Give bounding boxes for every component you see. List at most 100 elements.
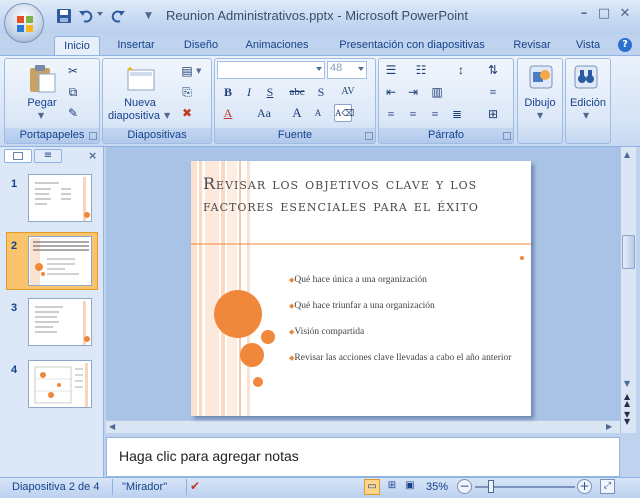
scroll-left-icon[interactable]: ◀	[109, 422, 115, 431]
drawing-icon[interactable]	[528, 64, 554, 90]
numbering-icon[interactable]: ☷	[412, 61, 430, 79]
previous-slide-icon[interactable]: ▲ ▲	[624, 393, 630, 408]
fuente-launcher-icon[interactable]	[365, 132, 373, 140]
zoom-out-icon[interactable]: −	[457, 479, 472, 494]
bullet-4[interactable]: ◆Revisar las acciones clave llevadas a c…	[289, 353, 514, 364]
line-spacing-icon[interactable]: ↕	[452, 61, 470, 79]
delete-slide-icon[interactable]: ✖	[178, 104, 196, 122]
slide-thumb-3[interactable]	[28, 298, 92, 346]
current-slide[interactable]: Revisar los objetivos clave y los factor…	[191, 161, 531, 416]
portapapeles-launcher-icon[interactable]	[89, 132, 97, 140]
cut-icon[interactable]: ✂	[64, 62, 82, 80]
fit-to-window-icon[interactable]: ⤢	[600, 479, 615, 494]
redo-icon[interactable]	[110, 8, 126, 24]
help-icon[interactable]: ?	[618, 38, 632, 52]
slide-sorter-icon[interactable]: ⊞	[384, 479, 400, 495]
font-size-arrow-icon	[358, 67, 364, 71]
shrink-font-button[interactable]: A	[309, 104, 327, 122]
minimize-icon[interactable]: –	[576, 6, 592, 22]
tab-inicio[interactable]: Inicio	[54, 36, 100, 56]
layout-dropdown-icon[interactable]: ▼	[196, 67, 201, 75]
copy-icon[interactable]: ⧉	[64, 83, 82, 101]
customize-qat-icon[interactable]: ▼	[145, 11, 152, 21]
zoom-level[interactable]: 35%	[426, 481, 448, 493]
thumb-number-4: 4	[11, 364, 18, 376]
tab-outline[interactable]: ≡	[34, 149, 62, 163]
notes-pane[interactable]: Haga clic para agregar notas	[106, 437, 620, 477]
scroll-down-icon[interactable]: ▼	[624, 379, 630, 388]
maximize-icon[interactable]: □	[596, 6, 612, 22]
strikethrough-button[interactable]: abc	[285, 83, 309, 101]
smartart-icon[interactable]: ⊞	[484, 105, 502, 123]
tab-revisar[interactable]: Revisar	[508, 36, 556, 56]
format-painter-icon[interactable]: ✎	[64, 104, 82, 122]
binoculars-icon[interactable]	[573, 64, 599, 90]
grow-font-button[interactable]: A	[288, 104, 306, 122]
next-slide-icon[interactable]: ▼ ▼	[624, 411, 630, 426]
layout-icon[interactable]: ▤	[178, 62, 196, 80]
decrease-indent-icon[interactable]: ⇤	[382, 83, 400, 101]
underline-button[interactable]: S	[261, 83, 279, 101]
scroll-right-icon[interactable]: ▶	[606, 422, 612, 431]
slide-thumb-4[interactable]	[28, 360, 92, 408]
nueva-diapositiva-button[interactable]: diapositiva	[104, 110, 164, 122]
font-name-dropdown[interactable]	[217, 61, 325, 79]
font-size-dropdown[interactable]: 48	[327, 61, 367, 79]
shadow-button[interactable]: S	[312, 83, 330, 101]
dibujo-button[interactable]: Dibujo	[519, 97, 561, 109]
tab-animaciones[interactable]: Animaciones	[236, 36, 318, 56]
bullet-1[interactable]: ◆Qué hace única a una organización	[289, 275, 514, 286]
tab-diseno[interactable]: Diseño	[176, 36, 226, 56]
nueva-dropdown-icon[interactable]: ▼	[164, 111, 170, 120]
tab-slides[interactable]	[4, 149, 32, 163]
slide-title[interactable]: Revisar los objetivos clave y los factor…	[203, 173, 528, 217]
zoom-in-icon[interactable]: +	[577, 479, 592, 494]
scroll-thumb[interactable]	[622, 235, 635, 269]
slide-thumb-1[interactable]	[28, 174, 92, 222]
office-button[interactable]	[4, 3, 44, 43]
clear-format-icon[interactable]: A⌫	[334, 104, 354, 122]
horizontal-scrollbar[interactable]: ◀ ▶	[106, 420, 620, 433]
scroll-up-icon[interactable]: ▲	[624, 150, 630, 159]
normal-view-icon[interactable]: ▭	[364, 479, 380, 495]
increase-indent-icon[interactable]: ⇥	[404, 83, 422, 101]
text-direction-icon[interactable]: ⇅	[484, 61, 502, 79]
pegar-button[interactable]: Pegar	[20, 97, 64, 109]
save-icon[interactable]	[56, 8, 72, 24]
align-center-icon[interactable]: ≡	[404, 105, 422, 123]
close-panel-icon[interactable]: ×	[88, 149, 97, 162]
italic-button[interactable]: I	[240, 83, 258, 101]
bullet-3[interactable]: ◆Visión compartida	[289, 327, 514, 338]
tab-vista[interactable]: Vista	[568, 36, 608, 56]
edicion-button[interactable]: Edición	[565, 97, 611, 109]
columns-icon[interactable]: ▥	[428, 83, 446, 101]
justify-icon[interactable]: ≣	[448, 105, 466, 123]
pegar-dropdown-icon[interactable]: ▼	[38, 111, 44, 120]
slideshow-view-icon[interactable]: ▣	[402, 479, 418, 495]
vertical-scrollbar[interactable]: ▲ ▼ ▲ ▲ ▼ ▼	[620, 147, 636, 433]
new-slide-icon[interactable]	[122, 62, 156, 94]
paste-icon[interactable]	[26, 62, 58, 94]
undo-dropdown-icon[interactable]	[97, 12, 103, 16]
reset-slide-icon[interactable]: ⎘	[178, 83, 196, 101]
font-color-button[interactable]: A	[219, 104, 237, 122]
parrafo-launcher-icon[interactable]	[503, 132, 511, 140]
char-spacing-button[interactable]: AV	[336, 83, 360, 101]
bullet-2[interactable]: ◆Qué hace triunfar a una organización	[289, 301, 514, 312]
bold-button[interactable]: B	[219, 83, 237, 101]
tab-insertar[interactable]: Insertar	[108, 36, 164, 56]
align-text-icon[interactable]: ≡	[484, 83, 502, 101]
close-icon[interactable]: ✕	[617, 6, 633, 22]
slide-thumb-2[interactable]	[28, 236, 92, 286]
undo-icon[interactable]	[78, 8, 94, 24]
spelling-check-icon[interactable]: ✔	[190, 479, 200, 493]
align-right-icon[interactable]: ≡	[426, 105, 444, 123]
tab-presentacion[interactable]: Presentación con diapositivas	[330, 36, 494, 56]
nueva-label[interactable]: Nueva	[116, 97, 164, 109]
zoom-slider-thumb[interactable]	[488, 480, 494, 493]
align-left-icon[interactable]: ≡	[382, 105, 400, 123]
bullets-icon[interactable]: ☰	[382, 61, 400, 79]
change-case-button[interactable]: Aa	[252, 104, 276, 122]
dibujo-dropdown-icon[interactable]: ▼	[537, 111, 543, 120]
edicion-dropdown-icon[interactable]: ▼	[583, 111, 589, 120]
